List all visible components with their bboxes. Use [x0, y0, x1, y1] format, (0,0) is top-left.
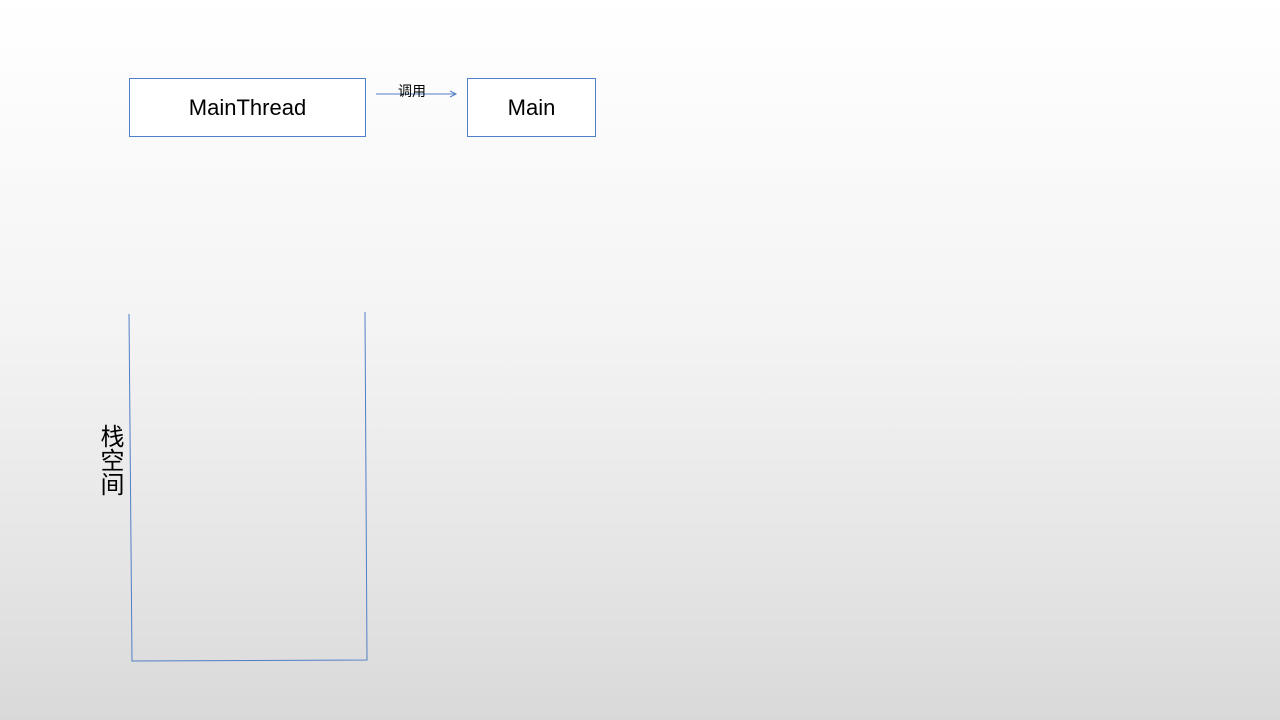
mainthread-node: MainThread — [129, 78, 366, 137]
call-arrow-label: 调用 — [398, 84, 426, 100]
mainthread-label: MainThread — [188, 94, 307, 120]
main-node: Main — [467, 78, 596, 137]
main-label: Main — [507, 94, 556, 120]
stack-container — [128, 311, 368, 662]
stack-label: 栈空间 — [96, 424, 124, 496]
